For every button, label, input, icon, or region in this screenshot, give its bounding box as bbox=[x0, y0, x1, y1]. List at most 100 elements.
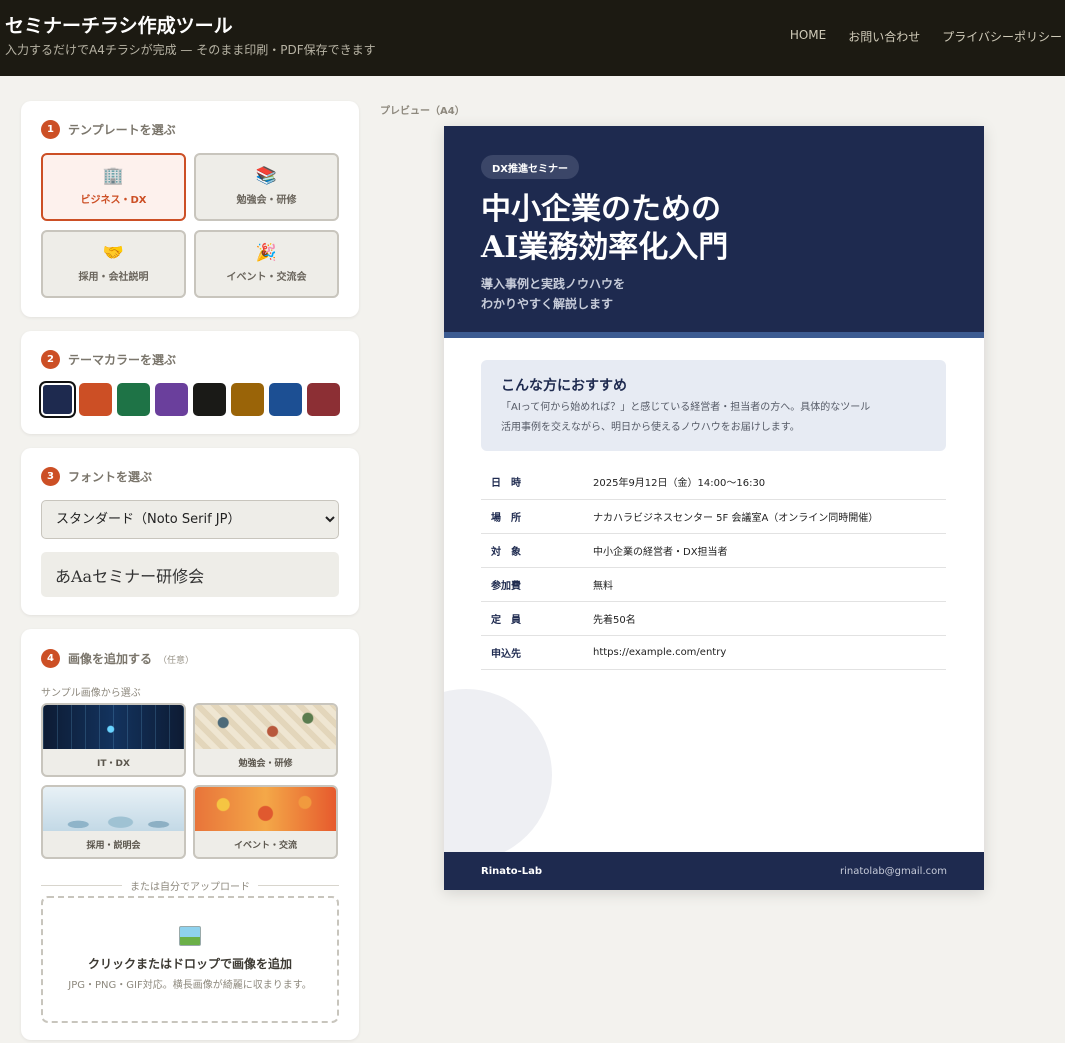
nav-home-link[interactable]: HOME bbox=[790, 28, 826, 45]
flyer-title: 中小企業のための AI業務効率化入門 bbox=[481, 191, 728, 267]
sample-image-recruiting[interactable]: 採用・説明会 bbox=[41, 785, 186, 859]
detail-key: 参加費 bbox=[481, 567, 593, 602]
upload-title: クリックまたはドロップで画像を追加 bbox=[87, 957, 292, 971]
flyer-title-line: AI業務効率化入門 bbox=[481, 230, 729, 265]
color-step-heading: 2 テーマカラーを選ぶ bbox=[41, 350, 176, 369]
table-row: 申込先 https://example.com/entry bbox=[481, 635, 946, 670]
step-label: 画像を追加する （任意） bbox=[68, 650, 194, 667]
color-swatch-brown[interactable] bbox=[231, 383, 264, 416]
flyer-preview: DX推進セミナー 中小企業のための AI業務効率化入門 導入事例と実践ノウハウを… bbox=[444, 126, 984, 890]
flyer-header: DX推進セミナー 中小企業のための AI業務効率化入門 導入事例と実践ノウハウを… bbox=[444, 126, 984, 338]
event-details-table: 日 時 2025年9月12日（金）14:00〜16:30 場 所ナカハラビジネスセ… bbox=[481, 465, 946, 670]
flyer-subtitle-line: 導入事例と実践ノウハウを bbox=[481, 277, 626, 291]
table-row: 対 象中小企業の経営者・DX担当者 bbox=[481, 533, 946, 568]
color-swatch-orange[interactable] bbox=[79, 383, 112, 416]
recommend-line: 活用事例を交えながら、明日から使えるノウハウをお届けします。 bbox=[501, 422, 800, 433]
step-number: 4 bbox=[41, 649, 60, 668]
sample-image-study[interactable]: 勉強会・研修 bbox=[193, 703, 338, 777]
footer-email: rinatolab@gmail.com bbox=[840, 865, 947, 877]
image-step-heading: 4 画像を追加する （任意） bbox=[41, 649, 194, 668]
table-row: 参加費 無料 bbox=[481, 567, 946, 602]
color-swatch-green[interactable] bbox=[117, 383, 150, 416]
detail-value: ナカハラビジネスセンター 5F 会議室A（オンライン同時開催） bbox=[593, 499, 946, 534]
app-subtitle: 入力するだけでA4チラシが完成 — そのまま印刷・PDF保存できます bbox=[5, 43, 376, 57]
template-label: イベント・交流会 bbox=[226, 272, 307, 283]
step-number: 2 bbox=[41, 350, 60, 369]
template-study-training[interactable]: 📚 勉強会・研修 bbox=[194, 153, 339, 221]
sample-label: 採用・説明会 bbox=[86, 840, 141, 851]
nav-privacy-link[interactable]: プライバシーポリシー bbox=[942, 28, 1062, 45]
font-preview: あAaセミナー研修会 bbox=[41, 552, 339, 597]
detail-value: 2025年9月12日（金）14:00〜16:30 bbox=[593, 465, 946, 500]
preview-label: プレビュー（A4） bbox=[380, 106, 465, 117]
template-label: 採用・会社説明 bbox=[78, 272, 149, 283]
building-icon: 🏢 bbox=[102, 166, 125, 186]
detail-value: 先着50名 bbox=[593, 601, 946, 636]
color-swatch-navy[interactable] bbox=[41, 383, 74, 416]
detail-value: 無料 bbox=[593, 567, 946, 602]
footer-brand: Rinato-Lab bbox=[481, 865, 543, 877]
detail-key: 申込先 bbox=[481, 635, 593, 670]
sample-image-event[interactable]: イベント・交流 bbox=[193, 785, 338, 859]
app-header: セミナーチラシ作成ツール 入力するだけでA4チラシが完成 — そのまま印刷・PD… bbox=[0, 0, 1065, 76]
table-row: 日 時 2025年9月12日（金）14:00〜16:30 bbox=[481, 465, 946, 500]
recommend-text: 「AIって何から始めれば？」と感じている経営者・担当者の方へ。具体的なツール 活… bbox=[501, 398, 926, 438]
font-card: 3 フォントを選ぶ スタンダード（Noto Serif JP） あAaセミナー研… bbox=[21, 448, 359, 615]
step-label: テーマカラーを選ぶ bbox=[68, 353, 177, 367]
image-step-label-text: 画像を追加する bbox=[68, 652, 153, 666]
color-card: 2 テーマカラーを選ぶ bbox=[21, 331, 359, 434]
flyer-tag: DX推進セミナー bbox=[481, 155, 580, 179]
font-step-heading: 3 フォントを選ぶ bbox=[41, 467, 152, 486]
detail-value: 中小企業の経営者・DX担当者 bbox=[593, 533, 946, 568]
template-recruiting[interactable]: 🤝 採用・会社説明 bbox=[41, 230, 186, 298]
step-number: 1 bbox=[41, 120, 60, 139]
template-business-dx[interactable]: 🏢 ビジネス・DX bbox=[41, 153, 186, 221]
nav-contact-link[interactable]: お問い合わせ bbox=[848, 28, 920, 45]
template-label: 勉強会・研修 bbox=[236, 195, 297, 206]
party-popper-icon: 🎉 bbox=[255, 243, 278, 263]
template-label: ビジネス・DX bbox=[80, 195, 147, 206]
table-row: 場 所ナカハラビジネスセンター 5F 会議室A（オンライン同時開催） bbox=[481, 499, 946, 534]
handshake-icon: 🤝 bbox=[102, 243, 125, 263]
step-label: フォントを選ぶ bbox=[68, 470, 153, 484]
template-card: 1 テンプレートを選ぶ 🏢 ビジネス・DX 📚 勉強会・研修 🤝 採用・会社説明… bbox=[21, 101, 359, 317]
decorative-circle bbox=[444, 689, 552, 861]
sample-thumbnail bbox=[195, 705, 336, 749]
sample-heading: サンプル画像から選ぶ bbox=[41, 688, 141, 699]
color-swatch-blue[interactable] bbox=[269, 383, 302, 416]
detail-key: 対 象 bbox=[481, 533, 593, 568]
sample-thumbnail bbox=[43, 787, 184, 831]
books-icon: 📚 bbox=[255, 166, 278, 186]
app-title: セミナーチラシ作成ツール bbox=[5, 15, 233, 37]
upload-divider: または自分でアップロード bbox=[41, 878, 339, 893]
picture-icon bbox=[179, 926, 201, 946]
color-swatch-red[interactable] bbox=[307, 383, 340, 416]
recommend-line: 「AIって何から始めれば？」と感じている経営者・担当者の方へ。具体的なツール bbox=[501, 402, 871, 413]
step-label: テンプレートを選ぶ bbox=[68, 123, 176, 137]
flyer-footer: Rinato-Lab rinatolab@gmail.com bbox=[444, 852, 984, 890]
font-select[interactable]: スタンダード（Noto Serif JP） bbox=[41, 500, 339, 539]
flyer-subtitle: 導入事例と実践ノウハウを わかりやすく解説します bbox=[481, 274, 625, 314]
sample-thumbnail bbox=[195, 787, 336, 831]
sample-label: イベント・交流 bbox=[233, 840, 297, 851]
upload-note: JPG・PNG・GIF対応。横長画像が綺麗に収まります。 bbox=[68, 980, 312, 991]
sample-thumbnail bbox=[43, 705, 184, 749]
detail-key: 定 員 bbox=[481, 601, 593, 636]
detail-key: 日 時 bbox=[481, 465, 593, 500]
table-row: 定 員先着50名 bbox=[481, 601, 946, 636]
top-nav: HOME お問い合わせ プライバシーポリシー bbox=[790, 28, 1062, 45]
color-swatch-black[interactable] bbox=[193, 383, 226, 416]
sample-label: IT・DX bbox=[97, 758, 130, 769]
sample-label: 勉強会・研修 bbox=[238, 758, 293, 769]
sample-image-it-dx[interactable]: IT・DX bbox=[41, 703, 186, 777]
optional-note: （任意） bbox=[158, 656, 195, 666]
template-step-heading: 1 テンプレートを選ぶ bbox=[41, 120, 176, 139]
template-event[interactable]: 🎉 イベント・交流会 bbox=[194, 230, 339, 298]
detail-value: https://example.com/entry bbox=[593, 635, 946, 670]
step-number: 3 bbox=[41, 467, 60, 486]
recommend-title: こんな方におすすめ bbox=[501, 378, 627, 394]
flyer-title-line: 中小企業のための bbox=[481, 192, 721, 227]
image-upload-dropzone[interactable]: クリックまたはドロップで画像を追加 JPG・PNG・GIF対応。横長画像が綺麗に… bbox=[41, 896, 339, 1023]
color-swatch-purple[interactable] bbox=[155, 383, 188, 416]
flyer-subtitle-line: わかりやすく解説します bbox=[481, 297, 614, 311]
